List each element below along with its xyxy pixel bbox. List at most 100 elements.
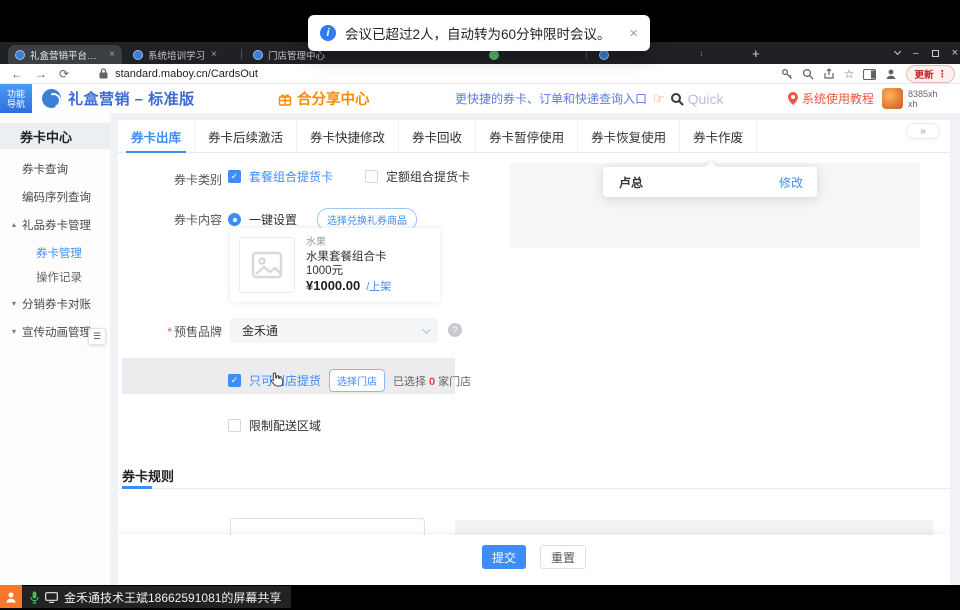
profile-icon[interactable] <box>885 68 897 80</box>
screen-share-bar: 金禾通技术王斌18662591081的屏幕共享 <box>0 585 960 610</box>
tab-close-icon[interactable]: × <box>211 49 217 60</box>
triangle-down-icon: ▾ <box>8 327 20 336</box>
reload-icon[interactable]: ⟳ <box>59 67 69 81</box>
card-type-option-2[interactable]: 定额组合提货卡 <box>386 168 470 185</box>
reset-button[interactable]: 重置 <box>540 545 586 569</box>
card-type-option-1[interactable]: 套餐组合提货卡 <box>249 168 333 185</box>
checkbox-unchecked-icon[interactable] <box>365 170 378 183</box>
share-status: 金禾通技术王斌18662591081的屏幕共享 <box>22 586 291 608</box>
sidebar-collapse-toggle[interactable]: ☰ <box>88 328 106 345</box>
sidebar-group-distribution-reconcile[interactable]: ▾ 分销券卡对账 <box>0 295 110 312</box>
section-divider <box>118 488 950 489</box>
app-header: 功能 导航 礼盒营销 – 标准版 合分享中心 更快捷的券卡、订单和快递查询入口 … <box>0 84 960 113</box>
tab-close-icon[interactable]: × <box>109 49 115 60</box>
user-account[interactable]: 8385xh xh <box>882 84 938 113</box>
new-tab-button[interactable]: + <box>752 46 760 61</box>
checkbox-checked-icon[interactable] <box>228 374 241 387</box>
share-icon[interactable] <box>823 68 835 80</box>
bookmark-star-icon[interactable]: ☆ <box>844 67 855 81</box>
help-icon[interactable]: ? <box>448 323 462 337</box>
sidebar-item-operation-records[interactable]: 操作记录 <box>0 268 110 285</box>
location-pin-icon <box>788 92 798 105</box>
brand: 礼盒营销 – 标准版 <box>42 84 195 113</box>
pickup-label[interactable]: 只可到店提货 <box>249 372 321 389</box>
window-maximize-button[interactable] <box>932 50 939 57</box>
select-store-button[interactable]: 选择门店 <box>329 369 385 392</box>
content-card: 券卡出库 券卡后续激活 券卡快捷修改 券卡回收 券卡暂停使用 券卡恢复使用 券卡… <box>118 120 950 585</box>
product-info: 水果 水果套餐组合卡 1000元 ¥1000.00 /上架 <box>306 236 391 294</box>
quick-entry-link[interactable]: 更快捷的券卡、订单和快递查询入口 <box>455 90 647 107</box>
share-center-link[interactable]: 合分享中心 <box>278 84 370 113</box>
nav-badge-line1: 功能 <box>7 89 25 99</box>
delivery-limit-row: 限制配送区域 <box>228 417 321 434</box>
main-content: 券卡出库 券卡后续激活 券卡快捷修改 券卡回收 券卡暂停使用 券卡恢复使用 券卡… <box>110 113 960 585</box>
tab-close-icon[interactable]: × <box>700 49 702 60</box>
brand-label: *预售品牌 <box>118 323 222 340</box>
window-minimize-button[interactable]: – <box>913 48 919 59</box>
product-status-link[interactable]: /上架 <box>366 280 391 294</box>
participant-icon[interactable] <box>0 585 22 608</box>
tab-favicon <box>489 50 499 60</box>
selected-count: 0 <box>429 376 435 388</box>
tab-favicon <box>599 50 609 60</box>
tab-card-recycle[interactable]: 券卡回收 <box>399 120 476 153</box>
browser-tab-active[interactable]: 礼盒营销平台管理中心 × <box>8 45 122 64</box>
window-close-button[interactable]: × <box>952 47 958 59</box>
sidebar-item-card-management[interactable]: 券卡管理 <box>0 244 110 261</box>
tab-card-outbound[interactable]: 券卡出库 <box>118 120 195 153</box>
checkbox-checked-icon[interactable] <box>228 170 241 183</box>
collapse-panel-button[interactable]: » <box>906 123 940 139</box>
username: 8385xh xh <box>908 89 938 109</box>
lock-icon <box>99 68 108 79</box>
chrome-update-button[interactable]: 更新 ⋮ <box>906 65 955 83</box>
tab-favicon <box>15 50 25 60</box>
zoom-icon[interactable] <box>802 68 814 80</box>
modify-link[interactable]: 修改 <box>779 174 803 191</box>
tab-card-void[interactable]: 券卡作废 <box>680 120 757 153</box>
one-key-setup-label[interactable]: 一键设置 <box>249 211 297 228</box>
tab-card-activate[interactable]: 券卡后续激活 <box>195 120 297 153</box>
forward-icon[interactable]: → <box>35 67 47 81</box>
sidebar: 券卡中心 券卡查询 编码序列查询 ▴ 礼品券卡管理 券卡管理 操作记录 ▾ 分销… <box>0 113 110 585</box>
product-image-placeholder <box>239 237 295 293</box>
card-type-options: 套餐组合提货卡 定额组合提货卡 <box>228 168 470 185</box>
checkbox-unchecked-icon[interactable] <box>228 419 241 432</box>
screen: 礼盒营销平台管理中心 × 系统培训学习 × 门店管理中心 × + – × <box>0 0 960 610</box>
function-nav-badge[interactable]: 功能 导航 <box>0 84 32 113</box>
pickup-row: 只可到店提货 选择门店 已选择0家门店 <box>228 369 471 392</box>
url-text[interactable]: standard.maboy.cn/CardsOut <box>115 68 258 80</box>
submit-button[interactable]: 提交 <box>482 545 526 569</box>
radio-selected-icon[interactable] <box>228 213 241 226</box>
contact-popover: 卢总 修改 <box>603 167 817 197</box>
triangle-up-icon: ▴ <box>8 220 20 229</box>
back-icon[interactable]: ← <box>11 67 23 81</box>
rules-section-title: 券卡规则 <box>122 466 174 485</box>
sidebar-item-code-sequence-query[interactable]: 编码序列查询 <box>0 188 110 205</box>
search-icon[interactable] <box>670 92 684 106</box>
brand-title: 礼盒营销 – 标准版 <box>68 88 195 109</box>
key-icon[interactable] <box>781 68 793 80</box>
browser-tab[interactable]: 系统培训学习 × <box>126 45 238 64</box>
product-tag: 水果 <box>306 236 391 250</box>
tutorial-link[interactable]: 系统使用教程 <box>788 84 874 113</box>
tab-card-quick-edit[interactable]: 券卡快捷修改 <box>297 120 399 153</box>
tab-card-suspend[interactable]: 券卡暂停使用 <box>476 120 578 153</box>
product-name: 水果套餐组合卡 <box>306 250 391 264</box>
product-card[interactable]: 水果 水果套餐组合卡 1000元 ¥1000.00 /上架 <box>230 228 440 302</box>
sidebar-group-gift-card-mgmt[interactable]: ▴ 礼品券卡管理 <box>0 216 110 233</box>
tab-title: 系统培训学习 <box>148 48 205 62</box>
delivery-limit-label[interactable]: 限制配送区域 <box>249 417 321 434</box>
toast-close-icon[interactable]: × <box>629 25 638 42</box>
card-type-label: 券卡类别 <box>118 171 222 188</box>
quick-label[interactable]: Quick <box>688 91 724 107</box>
sidebar-item-card-query[interactable]: 券卡查询 <box>0 160 110 177</box>
side-panel-icon[interactable] <box>863 69 876 80</box>
form-footer: 提交 重置 <box>118 535 950 585</box>
burger-icon: ☰ <box>93 331 101 342</box>
quick-entry: 更快捷的券卡、订单和快递查询入口 ☞ Quick <box>455 84 723 113</box>
tab-search-icon[interactable] <box>894 48 901 55</box>
tutorial-label: 系统使用教程 <box>802 90 874 107</box>
tab-card-resume[interactable]: 券卡恢复使用 <box>578 120 680 153</box>
brand-select[interactable]: 金禾通 <box>230 318 438 343</box>
brand-logo-icon <box>42 89 61 108</box>
